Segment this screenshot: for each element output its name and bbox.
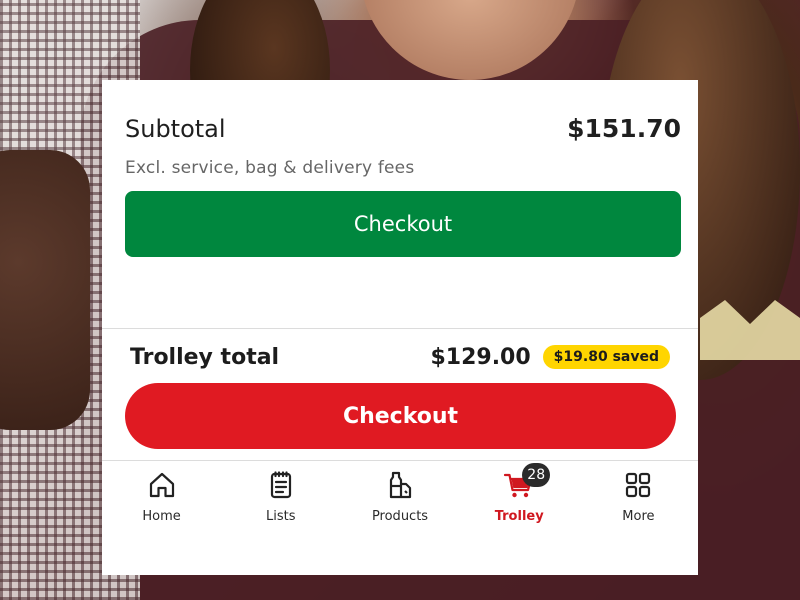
subtotal-row: Subtotal $151.70 [125, 114, 681, 143]
subtotal-label: Subtotal [125, 115, 226, 143]
list-icon [270, 471, 291, 499]
trolley-total-row: Trolley total $129.00 $19.80 saved [130, 342, 670, 372]
trolley-total-amount: $129.00 [430, 344, 531, 370]
checkout-panel: Subtotal $151.70 Excl. service, bag & de… [102, 80, 698, 575]
background-photo: Subtotal $151.70 Excl. service, bag & de… [0, 0, 800, 600]
nav-label: Home [142, 509, 181, 524]
home-icon [149, 472, 174, 498]
nav-item-lists[interactable]: Lists [221, 461, 340, 541]
divider [102, 328, 698, 329]
trolley-total-label: Trolley total [130, 344, 280, 370]
nav-item-home[interactable]: Home [102, 461, 221, 541]
subtotal-amount: $151.70 [567, 114, 681, 143]
nav-item-trolley[interactable]: 28 Trolley [460, 461, 579, 541]
fees-note: Excl. service, bag & delivery fees [125, 158, 415, 178]
nav-label: More [622, 509, 655, 524]
bottom-nav: Home Lists Products 28 Trolley More [102, 461, 698, 541]
nav-label: Lists [266, 509, 296, 524]
nav-item-more[interactable]: More [579, 461, 698, 541]
nav-label: Products [371, 509, 429, 524]
checkout-button-red[interactable]: Checkout [125, 383, 676, 449]
background-pillow [0, 150, 90, 430]
grid-icon [626, 472, 651, 498]
cart-count-badge: 28 [522, 463, 551, 487]
nav-item-products[interactable]: Products [340, 461, 459, 541]
products-icon [389, 471, 412, 499]
checkout-button-green[interactable]: Checkout [125, 191, 681, 257]
saved-badge: $19.80 saved [542, 345, 670, 369]
nav-label: Trolley [494, 509, 544, 524]
